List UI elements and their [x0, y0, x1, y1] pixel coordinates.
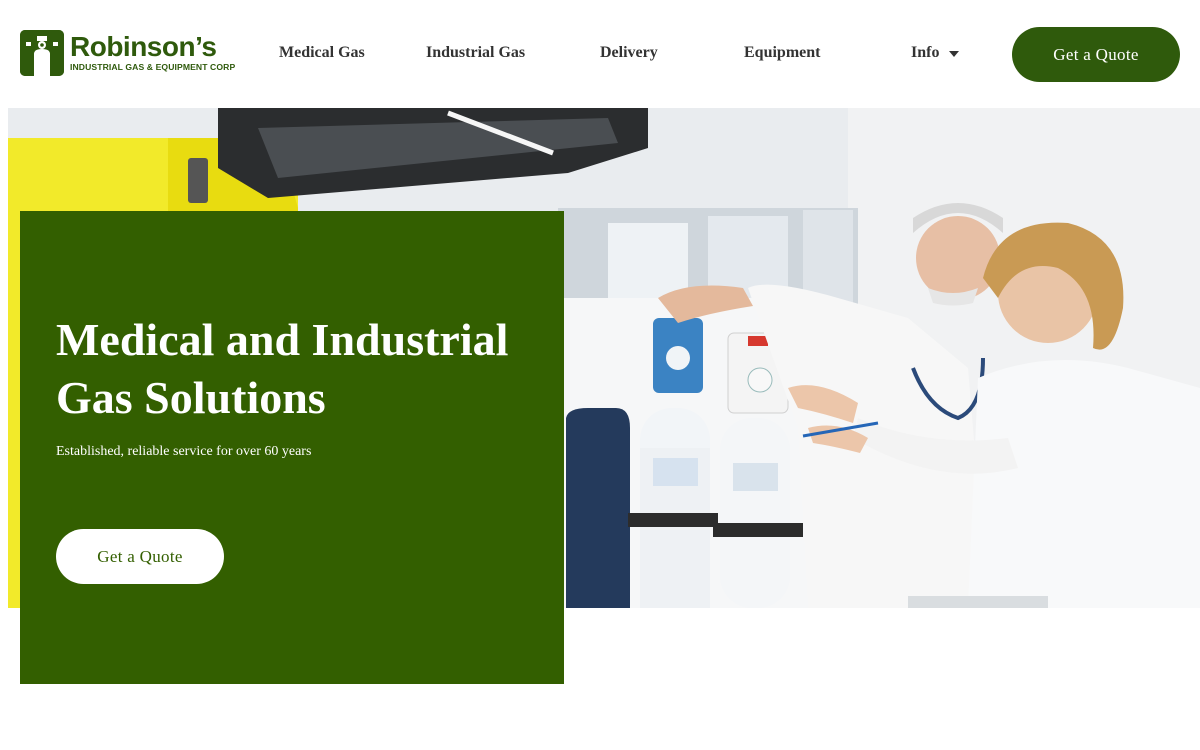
brand-tagline: INDUSTRIAL GAS & EQUIPMENT CORP	[70, 62, 236, 72]
nav-item-delivery[interactable]: Delivery	[600, 44, 658, 62]
brand-name: Robinson’s	[70, 31, 217, 62]
brand-logo[interactable]: Robinson’s INDUSTRIAL GAS & EQUIPMENT CO…	[20, 30, 235, 76]
nav-item-info[interactable]: Info	[911, 44, 960, 62]
nav-item-industrial-gas[interactable]: Industrial Gas	[426, 44, 525, 62]
nav-item-medical-gas[interactable]: Medical Gas	[279, 44, 365, 62]
nav-item-info-label: Info	[911, 44, 940, 61]
nav-item-equipment[interactable]: Equipment	[744, 44, 820, 62]
hero-get-quote-button[interactable]: Get a Quote	[56, 529, 224, 584]
hero-card: Medical and Industrial Gas Solutions Est…	[20, 211, 564, 684]
hero-title: Medical and Industrial Gas Solutions	[56, 314, 509, 423]
header-get-quote-button[interactable]: Get a Quote	[1012, 27, 1180, 82]
site-header: Robinson’s INDUSTRIAL GAS & EQUIPMENT CO…	[0, 0, 1200, 108]
caret-down-icon	[949, 44, 960, 62]
gas-cylinder-icon	[20, 30, 64, 76]
hero-subtitle: Established, reliable service for over 6…	[56, 444, 312, 459]
